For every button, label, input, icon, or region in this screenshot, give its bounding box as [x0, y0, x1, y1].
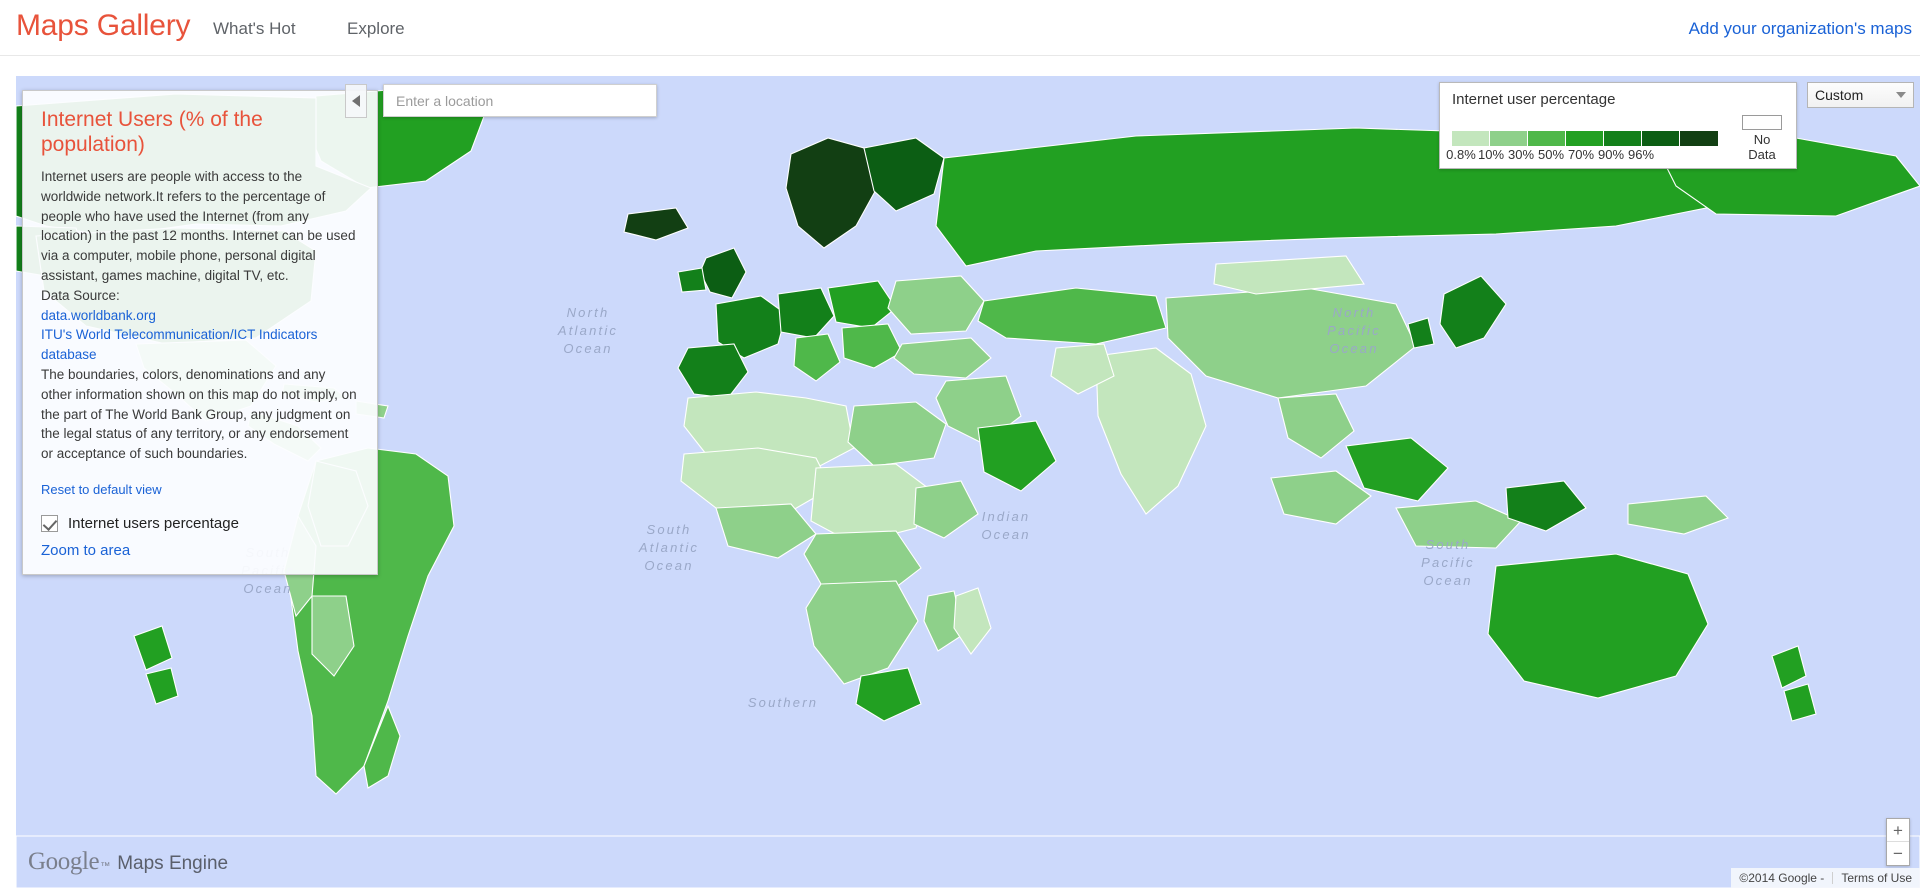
terms-of-use-link[interactable]: Terms of Use	[1841, 871, 1912, 885]
zoom-to-area-link[interactable]: Zoom to area	[41, 542, 130, 559]
panel-title: Internet Users (% of the population)	[41, 108, 263, 156]
panel-description: Internet users are people with access to…	[41, 169, 356, 283]
map-style-select[interactable]: Custom	[1807, 82, 1914, 108]
legend-swatch	[1452, 131, 1490, 146]
map-legend: Internet user percentage 0.8% 10% 30% 50% 70…	[1439, 82, 1797, 169]
panel-collapse-button[interactable]	[345, 84, 367, 118]
nav-explore[interactable]: Explore	[347, 19, 405, 39]
location-search-box[interactable]	[383, 84, 657, 117]
map-attribution: ©2014 Google - Terms of Use	[1731, 868, 1920, 888]
legend-tick-label: 96%	[1627, 147, 1655, 162]
legend-swatch	[1680, 131, 1718, 146]
panel-disclaimer: The boundaries, colors, denominations an…	[41, 366, 357, 462]
legend-swatch	[1528, 131, 1566, 146]
data-source-label: Data Source:	[41, 287, 120, 303]
legend-no-data-swatch	[1742, 115, 1782, 130]
legend-swatch	[1566, 131, 1604, 146]
collapse-left-icon	[352, 95, 360, 107]
chevron-down-icon	[1896, 92, 1906, 98]
zoom-out-button[interactable]: −	[1887, 842, 1909, 865]
source-link-worldbank[interactable]: data.worldbank.org	[41, 306, 359, 326]
legend-swatch	[1490, 131, 1528, 146]
copyright-text: ©2014 Google -	[1739, 871, 1825, 885]
legend-colorbar: 0.8% 10% 30% 50% 70% 90% 96%	[1446, 131, 1718, 162]
attribution-divider	[1832, 872, 1834, 884]
map-container[interactable]: North Atlantic Ocean North Pacific Ocean…	[16, 76, 1920, 888]
legend-title: Internet user percentage	[1452, 91, 1616, 108]
brand-title[interactable]: Maps Gallery	[16, 9, 191, 43]
legend-no-data: No Data	[1740, 115, 1784, 162]
legend-swatch	[1642, 131, 1680, 146]
layer-label: Internet users percentage	[68, 514, 239, 532]
layer-toggle-row[interactable]: Internet users percentage	[41, 514, 359, 532]
zoom-in-button[interactable]: +	[1887, 819, 1909, 842]
app-header: Maps Gallery What's Hot Explore Add your…	[0, 0, 1920, 56]
legend-swatch-row	[1452, 131, 1718, 146]
map-style-selected-value: Custom	[1815, 87, 1864, 103]
add-organization-maps-link[interactable]: Add your organization's maps	[1689, 19, 1912, 39]
nav-whats-hot[interactable]: What's Hot	[213, 19, 296, 39]
map-zoom-controls[interactable]: + −	[1886, 818, 1910, 866]
legend-swatch	[1604, 131, 1642, 146]
source-link-itu[interactable]: ITU's World Telecommunication/ICT Indica…	[41, 325, 359, 365]
reset-to-default-view-link[interactable]: Reset to default view	[41, 482, 162, 497]
map-info-panel: Internet Users (% of the population) Int…	[22, 90, 378, 575]
search-input[interactable]	[396, 92, 644, 109]
legend-no-data-label: No Data	[1748, 132, 1776, 162]
legend-tick-row: 0.8% 10% 30% 50% 70% 90% 96%	[1446, 147, 1718, 162]
layer-checkbox[interactable]	[41, 514, 58, 532]
